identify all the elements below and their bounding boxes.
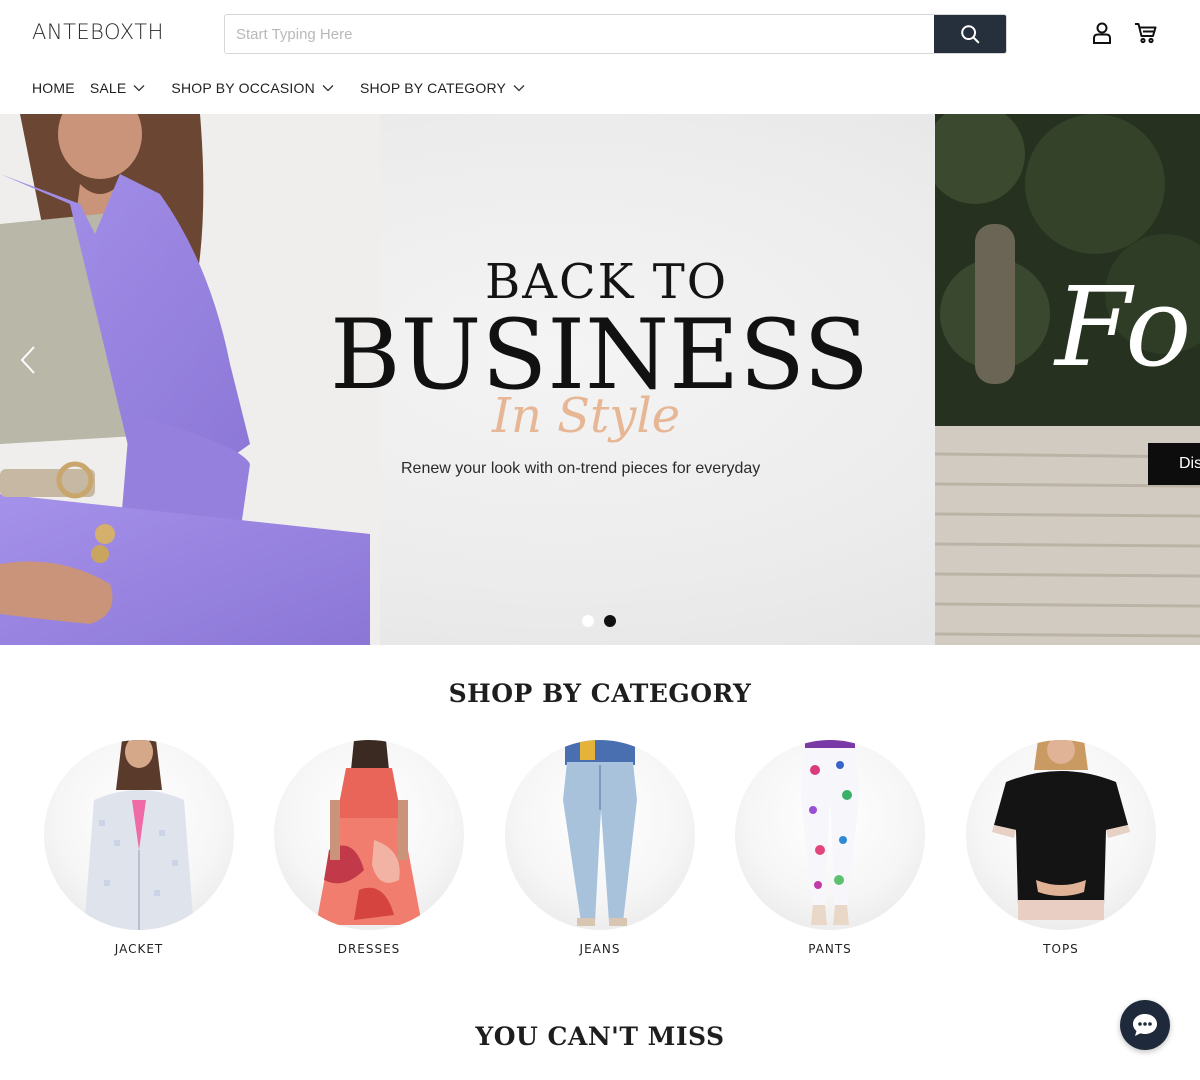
nav-sale[interactable]: SALE: [90, 80, 146, 96]
nav-sale-label: SALE: [89, 80, 127, 96]
shop-by-category-heading: SHOP BY CATEGORY: [448, 679, 752, 708]
next-slide-discover-button[interactable]: Dis: [1148, 443, 1200, 485]
category-pants-image[interactable]: [735, 740, 925, 930]
category-jacket[interactable]: JACKET: [44, 740, 234, 956]
hero-carousel[interactable]: BACK TO BUSINESS In Style Renew your loo…: [0, 114, 1200, 645]
next-slide-script-text: Fo: [1055, 263, 1192, 391]
nav-home-label: HOME: [32, 80, 75, 96]
category-tops-label[interactable]: TOPS: [966, 942, 1156, 956]
search-input[interactable]: [225, 15, 934, 53]
main-nav: HOME SALE SHOP BY OCCASION SHOP BY CATEG…: [32, 78, 541, 98]
site-header: ANTEBOXTH HOME SALE: [0, 0, 1200, 114]
category-tops-image[interactable]: [966, 740, 1156, 930]
nav-home[interactable]: HOME: [32, 80, 75, 96]
category-dresses[interactable]: DRESSES: [274, 740, 464, 956]
search-button[interactable]: [934, 15, 1006, 53]
chevron-left-icon: [20, 346, 35, 374]
chevron-down-icon: [133, 84, 145, 92]
hero-slide-business[interactable]: BACK TO BUSINESS In Style Renew your loo…: [0, 114, 935, 645]
chat-button[interactable]: [1120, 1000, 1170, 1050]
hero-subtitle: Renew your look with on-trend pieces for…: [401, 460, 761, 477]
category-dresses-image[interactable]: [274, 740, 464, 930]
category-pants[interactable]: PANTS: [735, 740, 925, 956]
carousel-dot-2[interactable]: [604, 615, 616, 627]
chat-icon: [1133, 1014, 1157, 1036]
search-bar: [224, 14, 1007, 54]
category-pants-label[interactable]: PANTS: [735, 942, 925, 956]
category-jeans-image[interactable]: [505, 740, 695, 930]
cart-icon: [1135, 23, 1157, 44]
site-logo[interactable]: ANTEBOXTH: [32, 20, 164, 44]
cart-button[interactable]: [1133, 20, 1159, 46]
category-jacket-label[interactable]: JACKET: [44, 942, 234, 956]
account-button[interactable]: [1089, 20, 1115, 46]
carousel-prev-button[interactable]: [14, 342, 42, 378]
nav-shop-by-occasion[interactable]: SHOP BY OCCASION: [171, 80, 334, 96]
you-cant-miss-heading: YOU CAN'T MISS: [475, 1022, 725, 1051]
category-dresses-label[interactable]: DRESSES: [274, 942, 464, 956]
nav-category-label: SHOP BY CATEGORY: [359, 80, 507, 96]
carousel-dots: [582, 615, 616, 627]
category-jeans[interactable]: JEANS: [505, 740, 695, 956]
category-tops[interactable]: TOPS: [966, 740, 1156, 956]
nav-shop-by-category[interactable]: SHOP BY CATEGORY: [360, 80, 525, 96]
chevron-down-icon: [513, 84, 525, 92]
hero-script-text: In Style: [492, 388, 681, 444]
carousel-dot-1[interactable]: [582, 615, 594, 627]
category-jeans-label[interactable]: JEANS: [505, 942, 695, 956]
category-jacket-image[interactable]: [44, 740, 234, 930]
nav-occasion-label: SHOP BY OCCASION: [171, 80, 315, 96]
chevron-down-icon: [322, 84, 334, 92]
user-icon: [1093, 22, 1111, 44]
hero-model-image: [0, 114, 380, 645]
search-icon: [961, 25, 980, 44]
